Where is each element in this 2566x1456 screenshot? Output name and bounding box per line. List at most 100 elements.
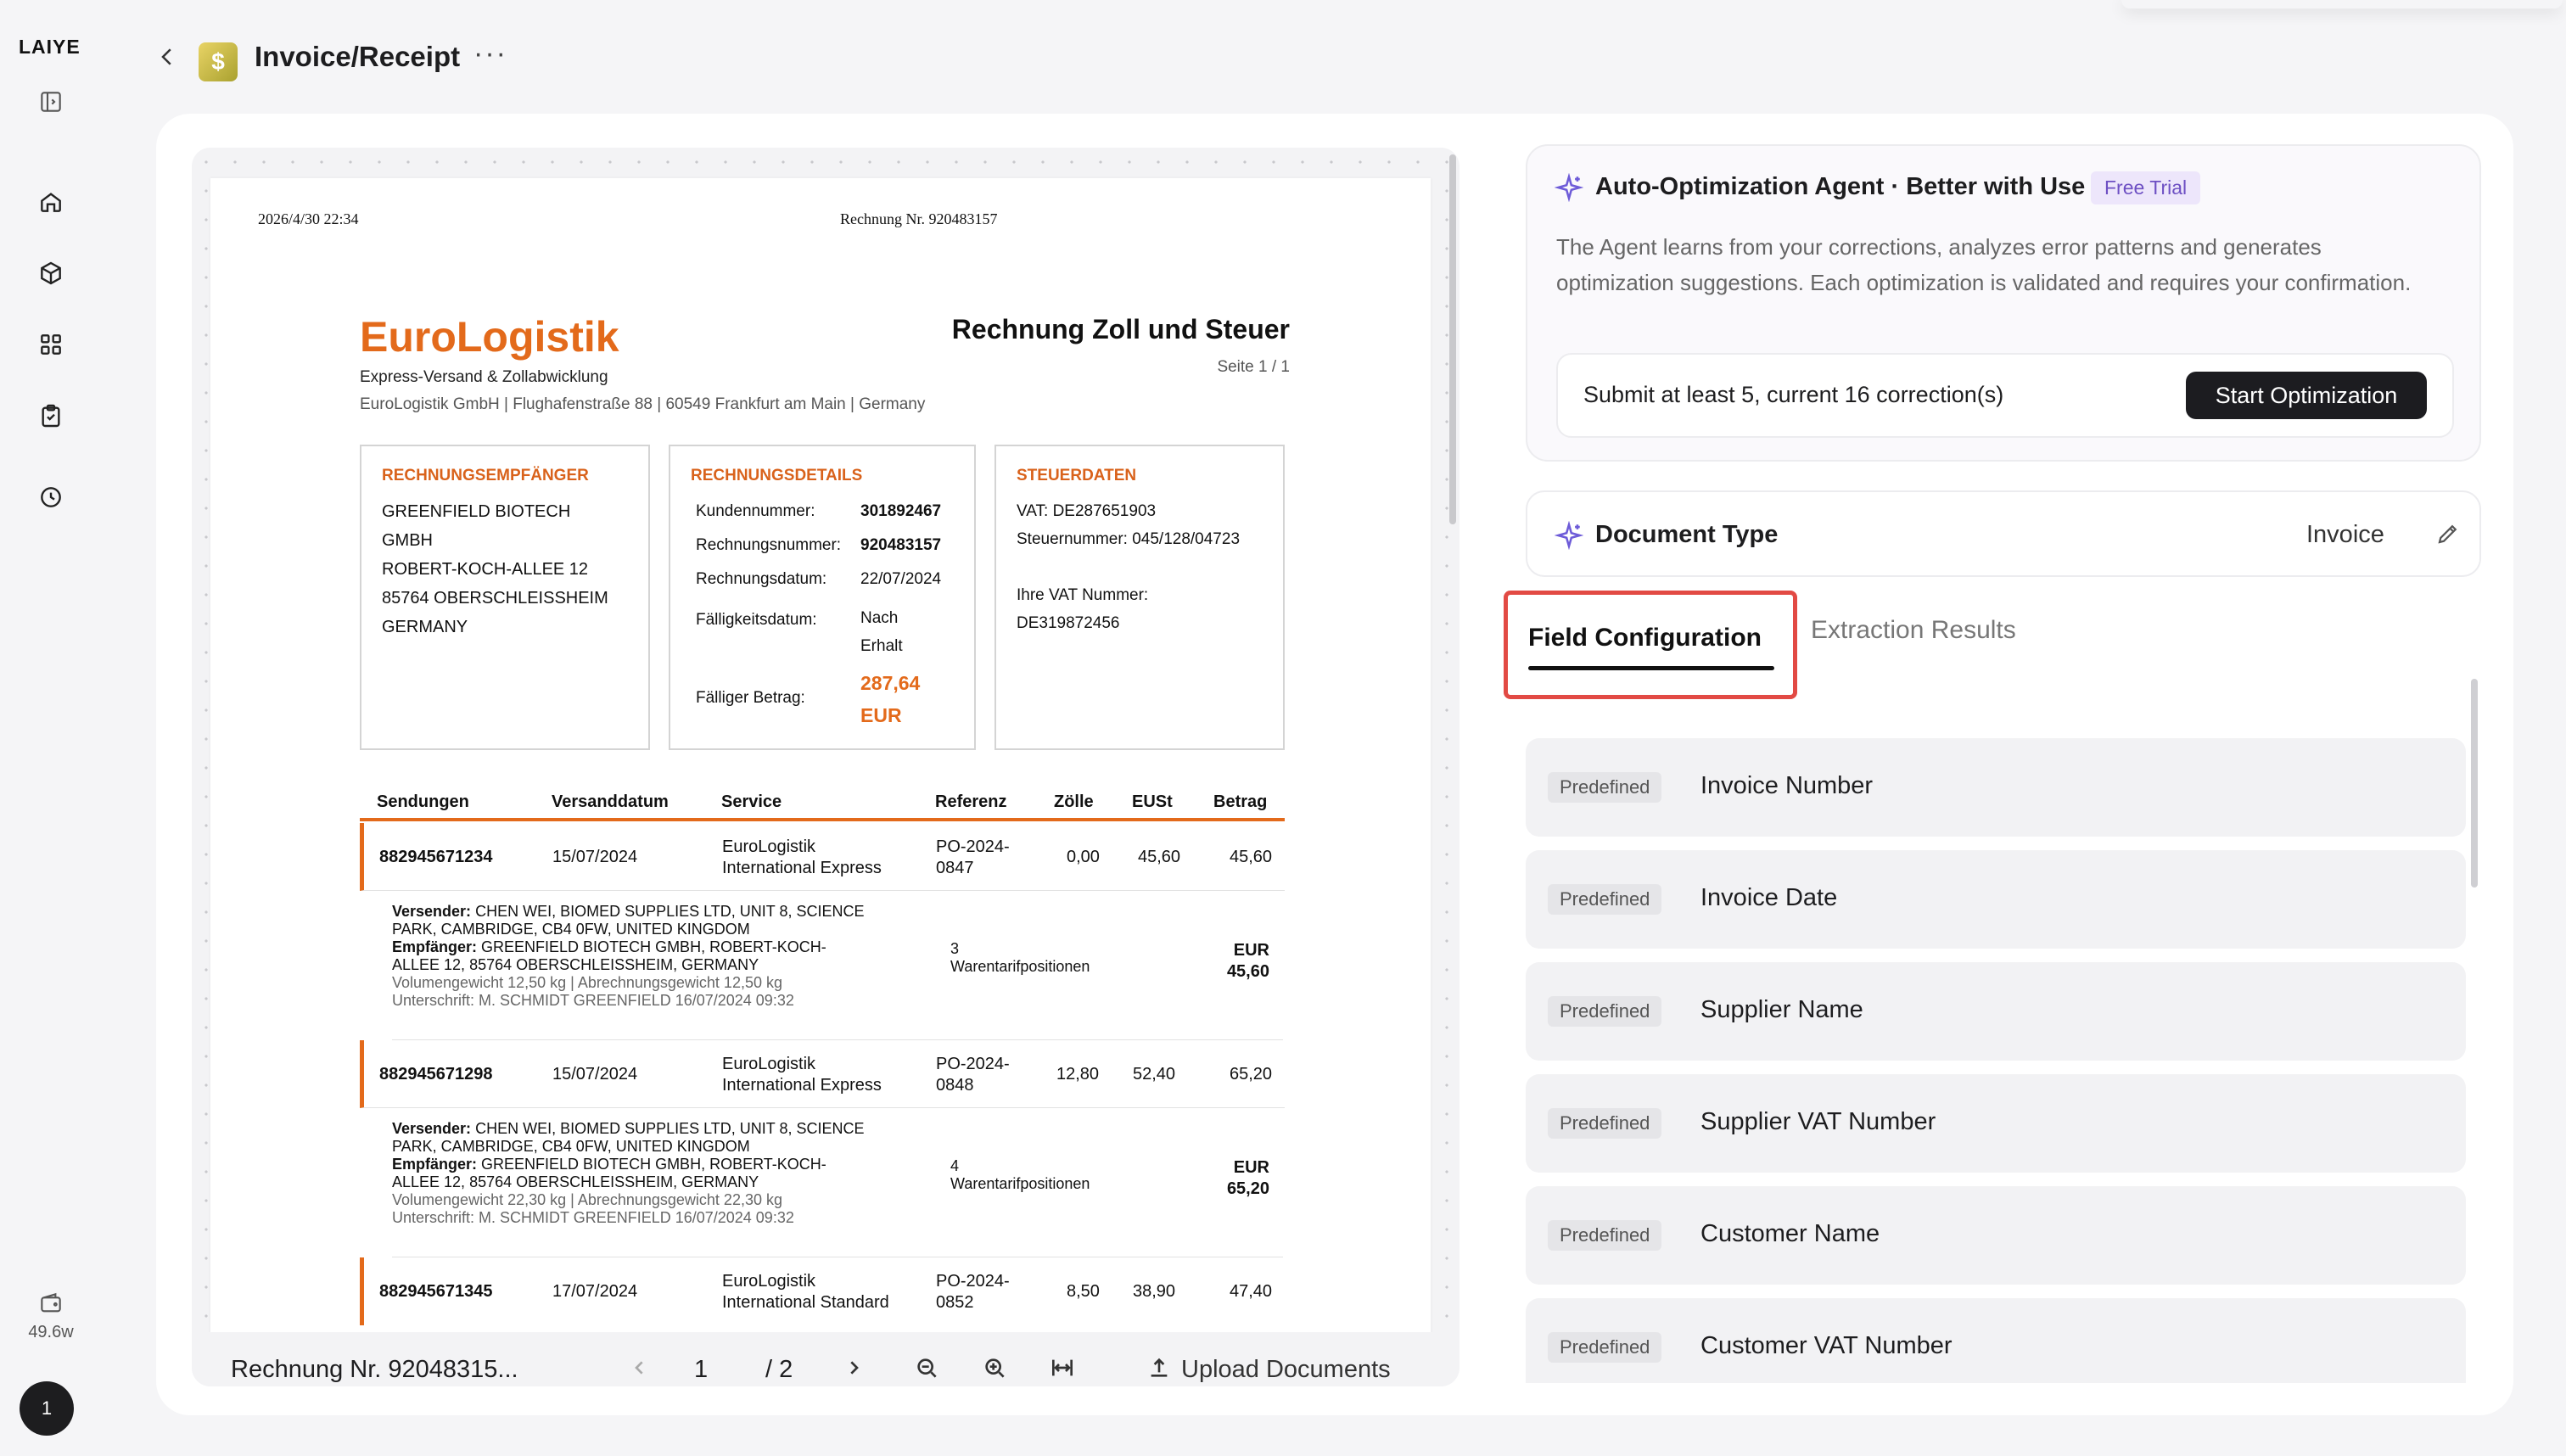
invoice-date-row: Rechnungsdatum: 22/07/2024: [696, 570, 941, 589]
page-input[interactable]: 1: [694, 1356, 708, 1384]
column-header: Betrag: [1213, 792, 1268, 811]
service-line: EuroLogistik: [722, 1055, 816, 1073]
upload-documents-button[interactable]: Upload Documents: [1181, 1356, 1391, 1384]
page-header-ref: Rechnung Nr. 920483157: [840, 210, 998, 227]
edit-pencil-icon[interactable]: [2435, 521, 2461, 546]
field-label: Fälliger Betrag:: [696, 689, 805, 707]
back-chevron-icon[interactable]: [154, 44, 180, 70]
predefined-badge: Predefined: [1548, 996, 1662, 1027]
import-vat: 38,90: [1133, 1282, 1176, 1301]
field-value: 287,64: [860, 672, 921, 694]
field-item[interactable]: Predefined Supplier Name: [1526, 962, 2466, 1061]
field-item[interactable]: Predefined Invoice Number: [1526, 738, 2466, 837]
field-name: Invoice Number: [1700, 772, 1874, 799]
home-icon[interactable]: [34, 185, 68, 219]
predefined-badge: Predefined: [1548, 1220, 1662, 1251]
column-header: Sendungen: [377, 792, 469, 811]
reference-line: 0852: [936, 1293, 974, 1312]
agent-title: Auto-Optimization Agent · Better with Us…: [1595, 173, 2086, 200]
table-row: 882945671298 15/07/2024 EuroLogistik Inte…: [360, 1040, 1285, 1108]
sender-line: PARK, CAMBRIDGE, CB4 0FW, UNITED KINGDOM: [392, 1138, 750, 1155]
shipment-amount: EUR 65,20: [1227, 1157, 1269, 1200]
shipment-details: Versender: CHEN WEI, BIOMED SUPPLIES LTD…: [392, 1108, 1283, 1257]
sidebar-toggle-icon[interactable]: [34, 85, 68, 119]
start-optimization-button[interactable]: Start Optimization: [2186, 372, 2427, 419]
user-avatar[interactable]: 1: [20, 1381, 74, 1436]
field-value: 301892467: [860, 502, 942, 520]
free-trial-badge: Free Trial: [2091, 171, 2201, 204]
sender-line: PARK, CAMBRIDGE, CB4 0FW, UNITED KINGDOM: [392, 921, 750, 938]
app-logo: LAIYE: [19, 36, 81, 58]
fit-width-icon[interactable]: [1049, 1354, 1076, 1381]
field-name: Supplier Name: [1700, 996, 1863, 1023]
service: EuroLogistik International Express: [722, 1054, 882, 1096]
history-clock-icon[interactable]: [34, 480, 68, 514]
service-line: International Express: [722, 859, 882, 877]
predefined-badge: Predefined: [1548, 1108, 1662, 1139]
zoom-in-icon[interactable]: [981, 1354, 1008, 1381]
shipment-id: 882945671345: [379, 1282, 493, 1301]
next-page-icon[interactable]: [840, 1354, 867, 1381]
cube-icon[interactable]: [34, 256, 68, 290]
viewer-scrollbar[interactable]: [1449, 154, 1456, 524]
agent-description: The Agent learns from your corrections, …: [1556, 234, 2412, 295]
shipment-parties: Versender: CHEN WEI, BIOMED SUPPLIES LTD…: [392, 1120, 865, 1227]
document-type-label: Document Type: [1595, 521, 1779, 548]
clipboard-check-icon[interactable]: [34, 399, 68, 433]
prev-page-icon[interactable]: [626, 1354, 653, 1381]
more-options-icon[interactable]: ···: [473, 37, 507, 70]
recipient-label: Empfänger:: [392, 938, 478, 955]
page-total: / 2: [765, 1356, 793, 1383]
optimization-status: Submit at least 5, current 16 correction…: [1556, 353, 2454, 438]
invoice-details-box: RECHNUNGSDETAILS Kundennummer: 301892467 …: [669, 445, 976, 750]
tab-field-configuration[interactable]: Field Configuration: [1504, 591, 1797, 699]
document-viewer[interactable]: 2026/4/30 22:34 Rechnung Nr. 920483157 E…: [192, 148, 1459, 1386]
sparkle-icon: [1555, 521, 1583, 550]
table-row: 882945671345 17/07/2024 EuroLogistik Inte…: [360, 1257, 1285, 1325]
apps-grid-icon[interactable]: [34, 328, 68, 361]
field-item[interactable]: Predefined Supplier VAT Number: [1526, 1074, 2466, 1173]
active-tab-indicator: [1528, 666, 1774, 670]
field-name: Customer VAT Number: [1700, 1332, 1953, 1359]
zoom-out-icon[interactable]: [913, 1354, 940, 1381]
credits-widget[interactable]: 49.6w: [17, 1290, 85, 1342]
row-total: 65,20: [1230, 1065, 1273, 1084]
service: EuroLogistik International Express: [722, 837, 882, 879]
recipient-label: Empfänger:: [392, 1156, 478, 1173]
currency: EUR: [1233, 1158, 1269, 1177]
document-type-icon: $: [199, 42, 238, 81]
sender-label: Versender:: [392, 903, 472, 920]
predefined-badge: Predefined: [1548, 884, 1662, 915]
weight-info: Volumengewicht 12,50 kg | Abrechnungsgew…: [392, 974, 782, 991]
field-item[interactable]: Predefined Invoice Date: [1526, 850, 2466, 949]
customer-vat-label: Ihre VAT Nummer:: [1017, 586, 1149, 604]
wallet-icon: [41, 1292, 61, 1313]
shipment-amount: EUR 45,60: [1227, 940, 1269, 983]
floating-panel-edge: [2121, 0, 2563, 8]
reference: PO-2024- 0848: [936, 1054, 1010, 1096]
field-label: Rechnungsnummer:: [696, 536, 842, 554]
shipment-id: 882945671298: [379, 1065, 493, 1084]
service-line: International Standard: [722, 1293, 889, 1312]
field-item[interactable]: Predefined Customer VAT Number: [1526, 1298, 2466, 1383]
import-vat: 52,40: [1133, 1065, 1176, 1084]
field-item[interactable]: Predefined Customer Name: [1526, 1186, 2466, 1285]
document-type-value: Invoice: [2306, 521, 2384, 548]
due-date-row: Fälligkeitsdatum:: [696, 611, 817, 630]
tab-label: Field Configuration: [1528, 624, 1762, 652]
ship-date: 17/07/2024: [552, 1282, 638, 1301]
recipient-line: ALLEE 12, 85764 OBERSCHLEISSHEIM, GERMAN…: [392, 1173, 759, 1190]
shipment-details: Versender: CHEN WEI, BIOMED SUPPLIES LTD…: [392, 891, 1283, 1040]
field-list-scrollbar[interactable]: [2471, 679, 2478, 888]
reference-line: PO-2024-: [936, 1272, 1010, 1291]
file-name[interactable]: Rechnung Nr. 92048315...: [231, 1356, 518, 1384]
tariff-positions: 4 Warentarifpositionen: [950, 1157, 1090, 1193]
service-line: EuroLogistik: [722, 1272, 816, 1291]
upload-icon[interactable]: [1146, 1354, 1173, 1381]
duty: 0,00: [1067, 848, 1100, 866]
tab-extraction-results[interactable]: Extraction Results: [1811, 616, 2016, 645]
reference: PO-2024- 0847: [936, 837, 1010, 879]
reference: PO-2024- 0852: [936, 1271, 1010, 1313]
recipient-line: GREENFIELD BIOTECH GMBH, ROBERT-KOCH-: [481, 1156, 826, 1173]
